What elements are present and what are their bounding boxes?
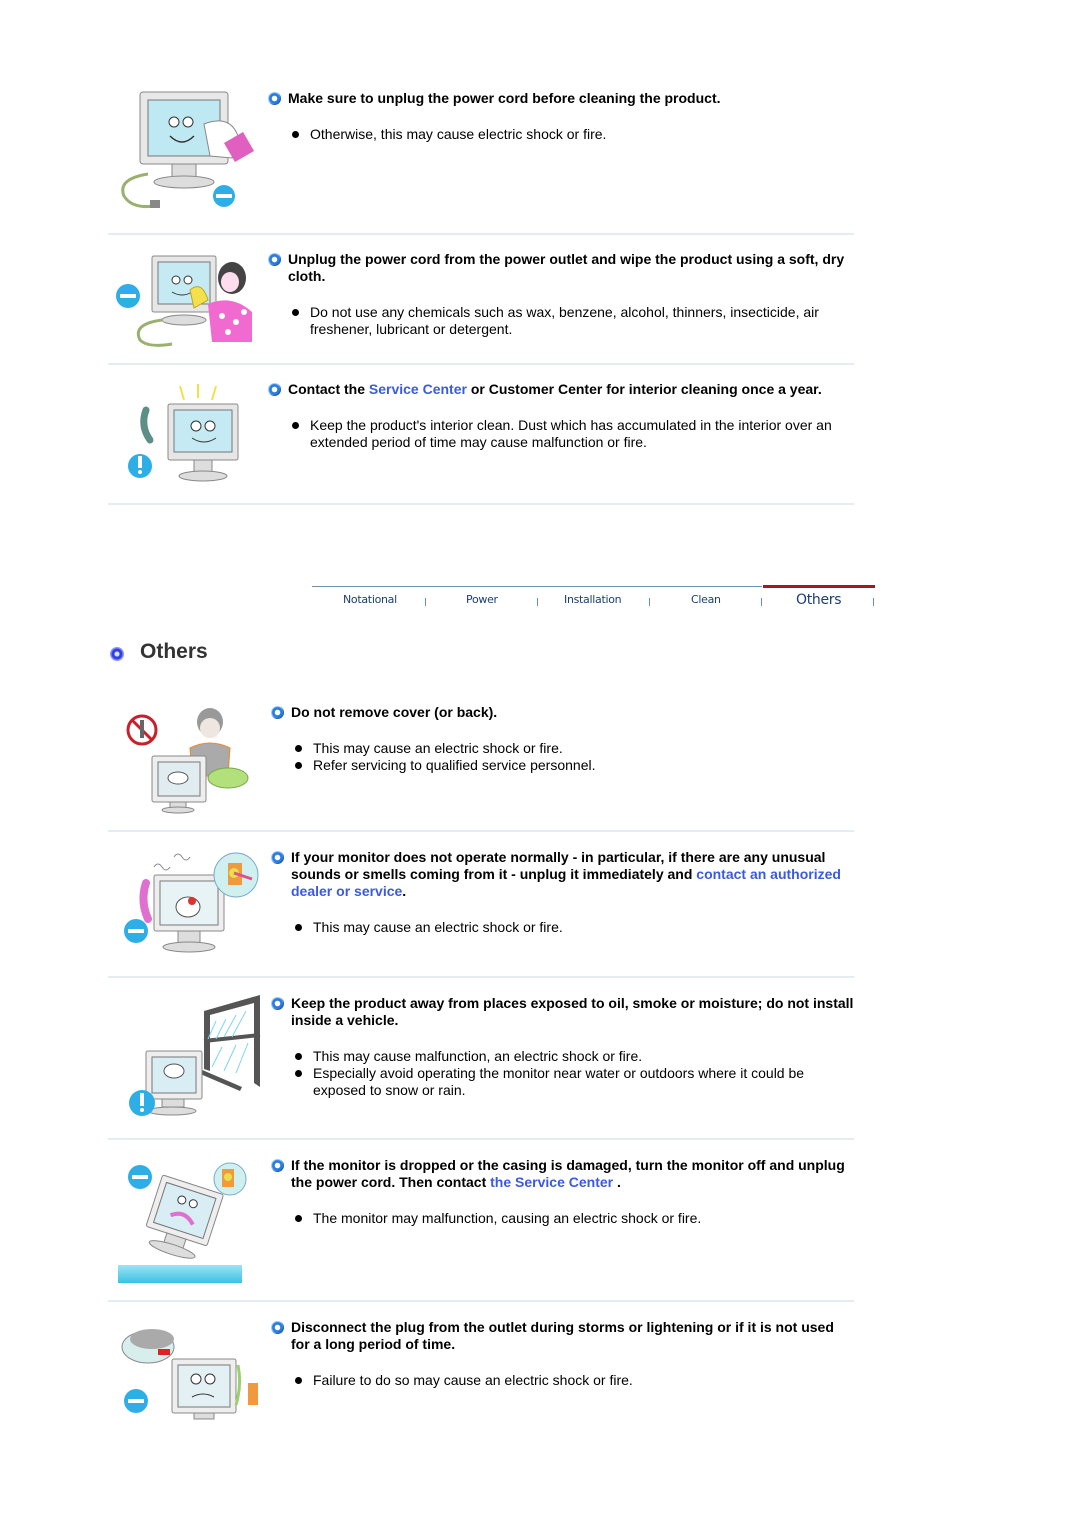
bullet-dot-icon bbox=[295, 924, 302, 931]
clean-item-heading: Unplug the power cord from the power out… bbox=[268, 251, 854, 285]
others-item-3: Keep the product away from places expose… bbox=[108, 989, 854, 1129]
divider bbox=[108, 233, 854, 235]
smoking-monitor-phone-illustration bbox=[112, 851, 262, 956]
nav-top-line bbox=[312, 586, 762, 587]
list-item: Refer servicing to qualified service per… bbox=[295, 757, 854, 774]
bullet-dot-icon bbox=[292, 422, 299, 429]
list-item: Failure to do so may cause an electric s… bbox=[295, 1372, 854, 1389]
blue-ring-bullet-icon bbox=[271, 1321, 284, 1334]
blue-ring-bullet-icon bbox=[271, 997, 284, 1010]
blue-ring-bullet-icon bbox=[271, 851, 284, 864]
tab-separator bbox=[649, 598, 650, 606]
others-item-5: Disconnect the plug from the outlet duri… bbox=[108, 1313, 854, 1433]
bullet-dot-icon bbox=[292, 131, 299, 138]
list-item: This may cause malfunction, an electric … bbox=[295, 1048, 854, 1065]
technician-opening-monitor-illustration bbox=[112, 704, 262, 814]
clean-item-3: Contact the Service Center or Customer C… bbox=[108, 376, 854, 496]
others-item-2: If your monitor does not operate normall… bbox=[108, 843, 854, 963]
woman-wiping-monitor-illustration bbox=[112, 250, 262, 350]
clean-item-1: Make sure to unplug the power cord befor… bbox=[108, 84, 854, 224]
others-item-heading: Do not remove cover (or back). bbox=[268, 704, 854, 721]
others-item-4: If the monitor is dropped or the casing … bbox=[108, 1151, 854, 1291]
divider bbox=[108, 976, 854, 978]
bullet-dot-icon bbox=[295, 1215, 302, 1222]
blue-ring-bullet-icon bbox=[268, 383, 281, 396]
others-item-heading: If your monitor does not operate normall… bbox=[268, 849, 854, 900]
purple-ring-bullet-icon bbox=[110, 647, 124, 661]
list-item: This may cause an electric shock or fire… bbox=[295, 919, 854, 936]
monitor-near-window-illustration bbox=[112, 991, 262, 1121]
tab-separator bbox=[873, 598, 874, 606]
blue-ring-bullet-icon bbox=[271, 1159, 284, 1172]
divider bbox=[108, 363, 854, 365]
blue-ring-bullet-icon bbox=[268, 253, 281, 266]
tab-others[interactable]: Others bbox=[796, 592, 842, 608]
divider bbox=[108, 1138, 854, 1140]
divider bbox=[108, 1300, 854, 1302]
monitor-phone-call-illustration bbox=[112, 382, 262, 487]
divider bbox=[108, 830, 854, 832]
tab-separator bbox=[425, 598, 426, 606]
clean-item-heading: Make sure to unplug the power cord befor… bbox=[268, 90, 854, 107]
tab-clean[interactable]: Clean bbox=[691, 593, 721, 606]
nav-active-indicator bbox=[763, 585, 875, 588]
list-item: Do not use any chemicals such as wax, be… bbox=[292, 304, 854, 338]
list-item: Otherwise, this may cause electric shock… bbox=[292, 126, 854, 143]
service-center-link[interactable]: the Service Center bbox=[490, 1174, 613, 1190]
bullet-dot-icon bbox=[292, 309, 299, 316]
clean-item-heading: Contact the Service Center or Customer C… bbox=[268, 381, 854, 398]
others-item-heading: If the monitor is dropped or the casing … bbox=[268, 1157, 854, 1191]
list-item: This may cause an electric shock or fire… bbox=[295, 740, 854, 757]
others-item-heading: Disconnect the plug from the outlet duri… bbox=[268, 1319, 854, 1353]
service-center-link[interactable]: Service Center bbox=[369, 381, 467, 397]
tab-power[interactable]: Power bbox=[466, 593, 498, 606]
bullet-dot-icon bbox=[295, 762, 302, 769]
blue-ring-bullet-icon bbox=[271, 706, 284, 719]
others-item-heading: Keep the product away from places expose… bbox=[268, 995, 854, 1029]
tab-notational[interactable]: Notational bbox=[343, 593, 397, 606]
clean-item-2: Unplug the power cord from the power out… bbox=[108, 246, 854, 356]
tab-separator bbox=[761, 598, 762, 606]
list-item: Especially avoid operating the monitor n… bbox=[295, 1065, 854, 1099]
tab-installation[interactable]: Installation bbox=[564, 593, 622, 606]
dropped-monitor-illustration bbox=[118, 1155, 268, 1285]
section-nav: Notational Power Installation Clean Othe… bbox=[312, 585, 875, 615]
list-item: The monitor may malfunction, causing an … bbox=[295, 1210, 854, 1227]
monitor-cleaning-illustration bbox=[112, 84, 262, 219]
list-item: Keep the product's interior clean. Dust … bbox=[292, 417, 854, 451]
others-item-1: Do not remove cover (or back). This may … bbox=[108, 698, 854, 818]
blue-ring-bullet-icon bbox=[268, 92, 281, 105]
monitor-storm-unplug-illustration bbox=[112, 1325, 262, 1425]
bullet-dot-icon bbox=[295, 1377, 302, 1384]
bullet-dot-icon bbox=[295, 1053, 302, 1060]
divider bbox=[108, 503, 854, 505]
tab-separator bbox=[537, 598, 538, 606]
bullet-dot-icon bbox=[295, 745, 302, 752]
bullet-dot-icon bbox=[295, 1070, 302, 1077]
